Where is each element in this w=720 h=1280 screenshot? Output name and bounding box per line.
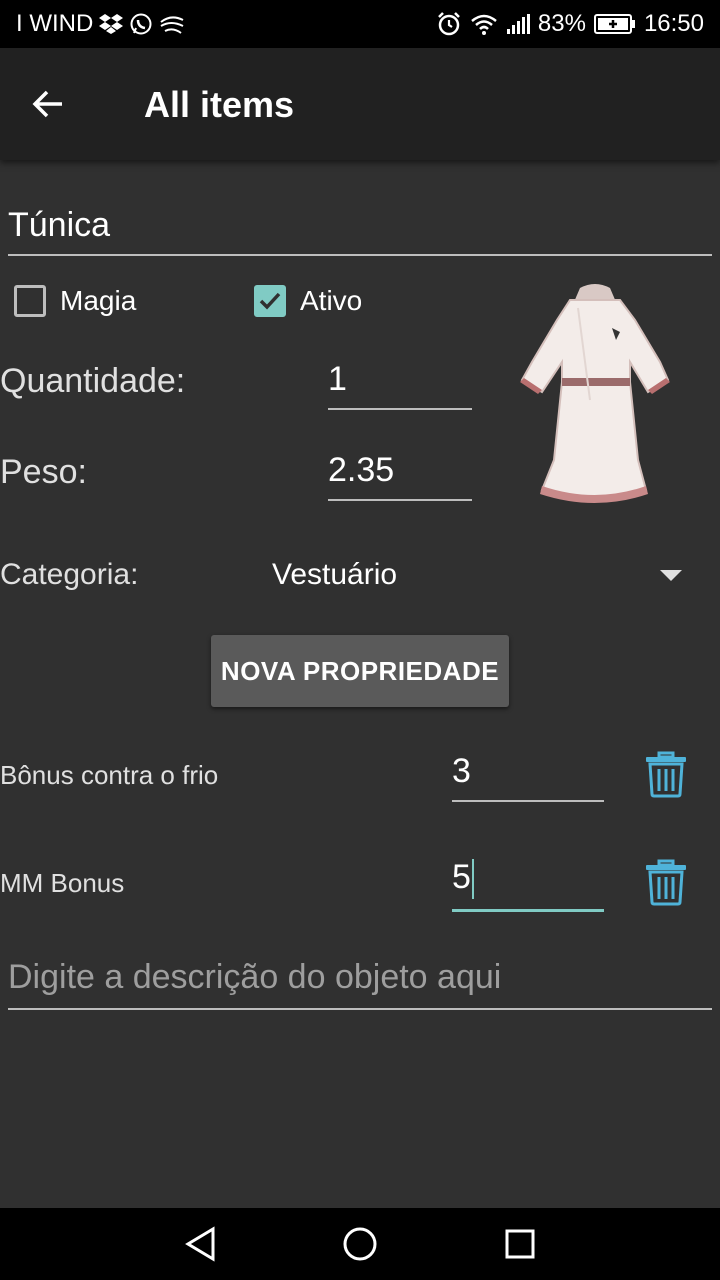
arrow-back-icon — [32, 90, 62, 118]
weight-input[interactable]: 2.35 — [328, 451, 472, 501]
carrier-name: I WIND — [16, 10, 94, 37]
property-value-input[interactable]: 3 — [452, 752, 604, 802]
checkbox-unchecked-icon — [14, 285, 46, 317]
delete-property-button[interactable] — [644, 750, 688, 798]
nav-recents-button[interactable] — [500, 1224, 540, 1264]
page-title: All items — [144, 84, 295, 125]
triangle-back-icon — [185, 1226, 215, 1262]
whatsapp-icon — [129, 12, 153, 36]
dropdown-arrow-icon[interactable] — [660, 570, 682, 581]
text-cursor — [471, 859, 474, 900]
category-label: Categoria: — [0, 558, 139, 591]
square-recents-icon — [505, 1229, 535, 1259]
circle-home-icon — [343, 1227, 377, 1261]
navigation-bar — [0, 1208, 720, 1280]
property-value-input-focused[interactable]: 5 — [452, 858, 604, 912]
dropbox-icon — [99, 13, 124, 35]
swiftkey-icon — [159, 14, 185, 34]
tunic-image[interactable] — [520, 280, 670, 505]
magic-checkbox[interactable]: Magia — [14, 285, 136, 317]
magic-label: Magia — [60, 285, 137, 316]
alarm-icon — [436, 11, 462, 37]
checkbox-checked-icon — [254, 285, 286, 317]
signal-icon — [506, 13, 530, 35]
nav-back-button[interactable] — [180, 1224, 220, 1264]
nav-home-button[interactable] — [340, 1224, 380, 1264]
description-input[interactable]: Digite a descrição do objeto aqui — [8, 958, 712, 1010]
active-label: Ativo — [300, 285, 363, 316]
battery-percent: 83% — [537, 10, 586, 37]
new-property-button[interactable]: NOVA PROPRIEDADE — [211, 635, 509, 707]
back-button[interactable] — [24, 80, 72, 128]
property-value-text: 5 — [452, 858, 471, 896]
wifi-icon — [470, 13, 498, 35]
weight-label: Peso: — [0, 453, 87, 491]
active-checkbox[interactable]: Ativo — [254, 285, 362, 317]
clock: 16:50 — [643, 10, 704, 37]
trash-icon — [646, 751, 686, 798]
quantity-label: Quantidade: — [0, 362, 186, 400]
description-placeholder: Digite a descrição do objeto aqui — [8, 958, 502, 996]
property-name-label: Bônus contra o frio — [0, 760, 219, 790]
item-name-input[interactable]: Túnica — [8, 200, 712, 256]
delete-property-button[interactable] — [644, 858, 688, 906]
trash-icon — [646, 859, 686, 906]
property-name-label: MM Bonus — [0, 868, 125, 898]
quantity-input[interactable]: 1 — [328, 360, 472, 410]
app-bar: All items — [0, 48, 720, 160]
battery-charging-icon — [593, 13, 636, 35]
status-bar: I WIND 83% 16:50 — [0, 0, 720, 48]
category-spinner[interactable]: Vestuário — [272, 558, 397, 592]
